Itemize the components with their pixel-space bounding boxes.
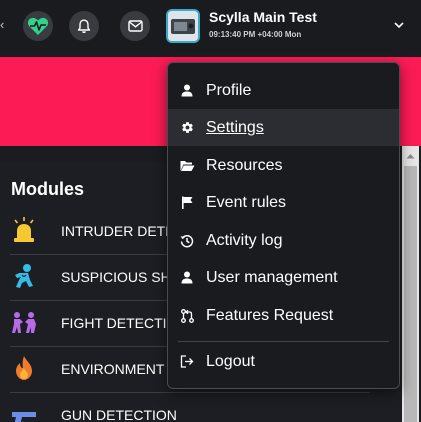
menu-divider [178, 341, 389, 342]
logout-icon [180, 355, 194, 368]
user-icon [181, 84, 193, 97]
scroll-up-button[interactable] [402, 146, 419, 166]
bell-icon [77, 19, 91, 33]
scrollbar-thumb[interactable] [404, 166, 417, 422]
module-row-gun[interactable]: GUN DETECTION [10, 393, 370, 422]
menu-item-label: Profile [206, 81, 252, 99]
user-time: 09:13:40 PM +04:00 Mon [209, 30, 302, 39]
modules-title: Modules [11, 179, 85, 199]
health-icon [27, 17, 49, 35]
module-name: ENVIRONMENT [61, 361, 165, 377]
mail-icon [127, 20, 143, 32]
chevron-left-icon[interactable]: ‹ [0, 17, 8, 33]
user-icon [181, 271, 193, 284]
menu-item-profile[interactable]: Profile [168, 72, 399, 109]
menu-item-settings[interactable]: Settings [168, 109, 399, 146]
menu-item-label: Activity log [206, 231, 283, 249]
flag-icon [182, 196, 193, 209]
menu-item-event-rules[interactable]: Event rules [168, 184, 399, 221]
user-dropdown-menu: Profile Settings Resources Event rules A… [167, 62, 400, 389]
folder-open-icon [180, 160, 194, 171]
module-name: INTRUDER DETE [61, 223, 175, 239]
fight-icon [12, 312, 36, 333]
health-button[interactable] [23, 11, 53, 41]
menu-item-label: User management [206, 268, 338, 286]
gear-icon [181, 122, 193, 133]
menu-item-label: Resources [206, 156, 283, 174]
avatar[interactable] [166, 9, 200, 43]
menu-item-label: Settings [206, 118, 264, 136]
menu-item-label: Event rules [206, 193, 287, 211]
fire-icon [16, 356, 32, 380]
alarm-light-icon [14, 217, 34, 242]
menu-item-label: Logout [206, 352, 255, 370]
history-icon [180, 234, 194, 247]
chevron-up-icon [406, 154, 415, 159]
module-name: SUSPICIOUS SH [61, 269, 171, 285]
gun-icon [12, 412, 36, 422]
top-bar: ‹ Scylla Main Test 09:13:40 PM +04:00 Mo… [0, 0, 421, 52]
user-name[interactable]: Scylla Main Test [209, 9, 317, 25]
pull-request-icon [180, 308, 194, 323]
messages-button[interactable] [120, 11, 150, 41]
menu-item-resources[interactable]: Resources [168, 147, 399, 184]
chevron-down-icon[interactable] [393, 19, 405, 31]
menu-item-label: Features Request [206, 306, 334, 324]
running-person-icon [15, 264, 33, 288]
menu-item-logout[interactable]: Logout [168, 343, 399, 380]
module-name: FIGHT DETECTIO [61, 315, 178, 331]
notifications-button[interactable] [69, 11, 99, 41]
menu-item-activity-log[interactable]: Activity log [168, 222, 399, 259]
module-name: GUN DETECTION [61, 407, 177, 422]
menu-item-features-request[interactable]: Features Request [168, 297, 399, 334]
menu-item-user-management[interactable]: User management [168, 259, 399, 296]
